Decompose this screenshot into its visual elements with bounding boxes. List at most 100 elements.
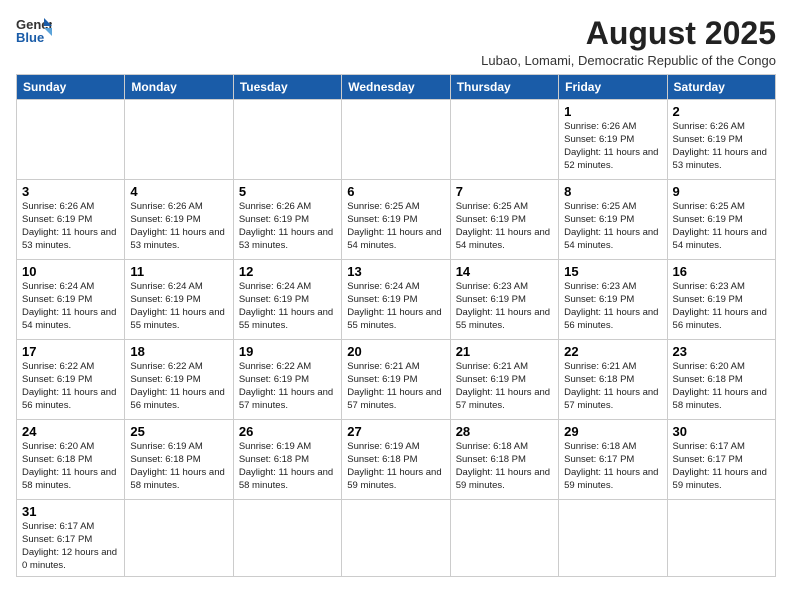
date-number: 16 — [673, 264, 770, 279]
week-row-5: 24 Sunrise: 6:20 AM Sunset: 6:18 PM Dayl… — [17, 420, 776, 500]
calendar-cell — [342, 100, 450, 180]
cell-info: Sunrise: 6:18 AM Sunset: 6:18 PM Dayligh… — [456, 441, 553, 492]
date-number: 26 — [239, 424, 336, 439]
svg-text:Blue: Blue — [16, 30, 44, 44]
calendar-cell — [450, 500, 558, 577]
date-number: 15 — [564, 264, 661, 279]
page-title: August 2025 — [481, 16, 776, 51]
column-header-tuesday: Tuesday — [233, 75, 341, 100]
date-number: 1 — [564, 104, 661, 119]
calendar-cell — [233, 500, 341, 577]
date-number: 22 — [564, 344, 661, 359]
cell-info: Sunrise: 6:19 AM Sunset: 6:18 PM Dayligh… — [130, 441, 227, 492]
calendar-cell: 8 Sunrise: 6:25 AM Sunset: 6:19 PM Dayli… — [559, 180, 667, 260]
cell-info: Sunrise: 6:20 AM Sunset: 6:18 PM Dayligh… — [673, 361, 770, 412]
cell-info: Sunrise: 6:22 AM Sunset: 6:19 PM Dayligh… — [239, 361, 336, 412]
calendar-cell: 19 Sunrise: 6:22 AM Sunset: 6:19 PM Dayl… — [233, 340, 341, 420]
calendar-cell — [125, 500, 233, 577]
column-header-monday: Monday — [125, 75, 233, 100]
calendar-cell: 23 Sunrise: 6:20 AM Sunset: 6:18 PM Dayl… — [667, 340, 775, 420]
calendar-cell: 5 Sunrise: 6:26 AM Sunset: 6:19 PM Dayli… — [233, 180, 341, 260]
calendar-cell: 14 Sunrise: 6:23 AM Sunset: 6:19 PM Dayl… — [450, 260, 558, 340]
page-subtitle: Lubao, Lomami, Democratic Republic of th… — [481, 53, 776, 68]
date-number: 28 — [456, 424, 553, 439]
cell-info: Sunrise: 6:26 AM Sunset: 6:19 PM Dayligh… — [564, 121, 661, 172]
calendar-cell: 9 Sunrise: 6:25 AM Sunset: 6:19 PM Dayli… — [667, 180, 775, 260]
cell-info: Sunrise: 6:17 AM Sunset: 6:17 PM Dayligh… — [22, 521, 119, 572]
cell-info: Sunrise: 6:23 AM Sunset: 6:19 PM Dayligh… — [456, 281, 553, 332]
date-number: 6 — [347, 184, 444, 199]
column-header-thursday: Thursday — [450, 75, 558, 100]
date-number: 14 — [456, 264, 553, 279]
column-header-sunday: Sunday — [17, 75, 125, 100]
cell-info: Sunrise: 6:21 AM Sunset: 6:18 PM Dayligh… — [564, 361, 661, 412]
date-number: 5 — [239, 184, 336, 199]
calendar-cell: 18 Sunrise: 6:22 AM Sunset: 6:19 PM Dayl… — [125, 340, 233, 420]
calendar-cell — [17, 100, 125, 180]
cell-info: Sunrise: 6:23 AM Sunset: 6:19 PM Dayligh… — [564, 281, 661, 332]
calendar-cell: 4 Sunrise: 6:26 AM Sunset: 6:19 PM Dayli… — [125, 180, 233, 260]
calendar-cell: 29 Sunrise: 6:18 AM Sunset: 6:17 PM Dayl… — [559, 420, 667, 500]
week-row-1: 1 Sunrise: 6:26 AM Sunset: 6:19 PM Dayli… — [17, 100, 776, 180]
calendar-cell: 13 Sunrise: 6:24 AM Sunset: 6:19 PM Dayl… — [342, 260, 450, 340]
date-number: 31 — [22, 504, 119, 519]
column-header-wednesday: Wednesday — [342, 75, 450, 100]
date-number: 2 — [673, 104, 770, 119]
cell-info: Sunrise: 6:21 AM Sunset: 6:19 PM Dayligh… — [456, 361, 553, 412]
calendar-cell: 30 Sunrise: 6:17 AM Sunset: 6:17 PM Dayl… — [667, 420, 775, 500]
date-number: 25 — [130, 424, 227, 439]
logo: General Blue — [16, 16, 52, 44]
date-number: 23 — [673, 344, 770, 359]
cell-info: Sunrise: 6:24 AM Sunset: 6:19 PM Dayligh… — [22, 281, 119, 332]
calendar-cell — [559, 500, 667, 577]
calendar-cell: 27 Sunrise: 6:19 AM Sunset: 6:18 PM Dayl… — [342, 420, 450, 500]
cell-info: Sunrise: 6:24 AM Sunset: 6:19 PM Dayligh… — [347, 281, 444, 332]
calendar-cell: 11 Sunrise: 6:24 AM Sunset: 6:19 PM Dayl… — [125, 260, 233, 340]
calendar-cell — [125, 100, 233, 180]
week-row-6: 31 Sunrise: 6:17 AM Sunset: 6:17 PM Dayl… — [17, 500, 776, 577]
calendar-cell: 20 Sunrise: 6:21 AM Sunset: 6:19 PM Dayl… — [342, 340, 450, 420]
cell-info: Sunrise: 6:21 AM Sunset: 6:19 PM Dayligh… — [347, 361, 444, 412]
date-number: 24 — [22, 424, 119, 439]
date-number: 7 — [456, 184, 553, 199]
cell-info: Sunrise: 6:24 AM Sunset: 6:19 PM Dayligh… — [239, 281, 336, 332]
page-header: General Blue August 2025 Lubao, Lomami, … — [16, 16, 776, 68]
date-number: 17 — [22, 344, 119, 359]
calendar-cell: 15 Sunrise: 6:23 AM Sunset: 6:19 PM Dayl… — [559, 260, 667, 340]
calendar-cell: 1 Sunrise: 6:26 AM Sunset: 6:19 PM Dayli… — [559, 100, 667, 180]
calendar-cell: 17 Sunrise: 6:22 AM Sunset: 6:19 PM Dayl… — [17, 340, 125, 420]
cell-info: Sunrise: 6:25 AM Sunset: 6:19 PM Dayligh… — [456, 201, 553, 252]
calendar-cell: 21 Sunrise: 6:21 AM Sunset: 6:19 PM Dayl… — [450, 340, 558, 420]
header-row: SundayMondayTuesdayWednesdayThursdayFrid… — [17, 75, 776, 100]
cell-info: Sunrise: 6:26 AM Sunset: 6:19 PM Dayligh… — [130, 201, 227, 252]
cell-info: Sunrise: 6:22 AM Sunset: 6:19 PM Dayligh… — [22, 361, 119, 412]
date-number: 12 — [239, 264, 336, 279]
date-number: 30 — [673, 424, 770, 439]
cell-info: Sunrise: 6:20 AM Sunset: 6:18 PM Dayligh… — [22, 441, 119, 492]
calendar-cell: 12 Sunrise: 6:24 AM Sunset: 6:19 PM Dayl… — [233, 260, 341, 340]
cell-info: Sunrise: 6:26 AM Sunset: 6:19 PM Dayligh… — [673, 121, 770, 172]
calendar-cell: 16 Sunrise: 6:23 AM Sunset: 6:19 PM Dayl… — [667, 260, 775, 340]
logo-icon: General Blue — [16, 16, 52, 44]
date-number: 27 — [347, 424, 444, 439]
calendar-cell: 31 Sunrise: 6:17 AM Sunset: 6:17 PM Dayl… — [17, 500, 125, 577]
cell-info: Sunrise: 6:18 AM Sunset: 6:17 PM Dayligh… — [564, 441, 661, 492]
cell-info: Sunrise: 6:17 AM Sunset: 6:17 PM Dayligh… — [673, 441, 770, 492]
date-number: 19 — [239, 344, 336, 359]
calendar-cell — [667, 500, 775, 577]
date-number: 4 — [130, 184, 227, 199]
week-row-4: 17 Sunrise: 6:22 AM Sunset: 6:19 PM Dayl… — [17, 340, 776, 420]
cell-info: Sunrise: 6:25 AM Sunset: 6:19 PM Dayligh… — [347, 201, 444, 252]
title-block: August 2025 Lubao, Lomami, Democratic Re… — [481, 16, 776, 68]
date-number: 29 — [564, 424, 661, 439]
calendar-cell: 26 Sunrise: 6:19 AM Sunset: 6:18 PM Dayl… — [233, 420, 341, 500]
column-header-saturday: Saturday — [667, 75, 775, 100]
calendar-cell: 6 Sunrise: 6:25 AM Sunset: 6:19 PM Dayli… — [342, 180, 450, 260]
calendar-cell: 24 Sunrise: 6:20 AM Sunset: 6:18 PM Dayl… — [17, 420, 125, 500]
calendar-cell: 2 Sunrise: 6:26 AM Sunset: 6:19 PM Dayli… — [667, 100, 775, 180]
cell-info: Sunrise: 6:25 AM Sunset: 6:19 PM Dayligh… — [564, 201, 661, 252]
cell-info: Sunrise: 6:26 AM Sunset: 6:19 PM Dayligh… — [239, 201, 336, 252]
date-number: 13 — [347, 264, 444, 279]
cell-info: Sunrise: 6:25 AM Sunset: 6:19 PM Dayligh… — [673, 201, 770, 252]
calendar-cell: 25 Sunrise: 6:19 AM Sunset: 6:18 PM Dayl… — [125, 420, 233, 500]
